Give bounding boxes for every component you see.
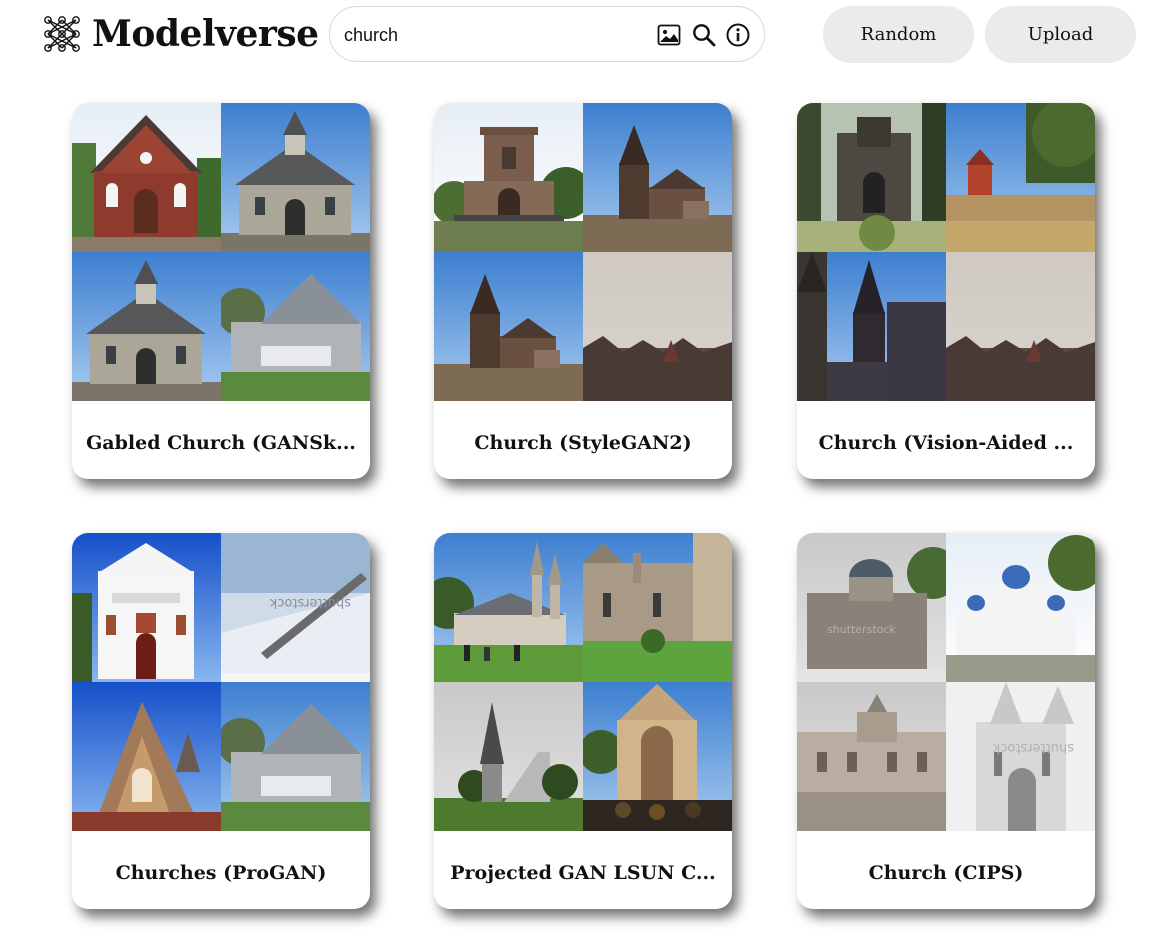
network-grid-icon: [44, 16, 80, 52]
sample-image: [221, 682, 370, 831]
card-title: Gabled Church (GANSk...: [86, 432, 356, 454]
info-icon[interactable]: [725, 22, 751, 48]
sample-image: [221, 252, 370, 401]
sample-grid: [72, 103, 370, 401]
sample-grid: [434, 103, 732, 401]
model-card[interactable]: Church (StyleGAN2): [434, 103, 732, 479]
search-bar: [329, 6, 765, 62]
sample-image: [72, 533, 221, 682]
app-title: Modelverse: [92, 13, 319, 55]
sample-image: [434, 682, 583, 831]
card-title: Church (CIPS): [868, 862, 1024, 884]
sample-image: [583, 682, 732, 831]
logo[interactable]: Modelverse: [42, 14, 319, 54]
model-card[interactable]: Church (Vision-Aided ...: [797, 103, 1095, 479]
top-bar: Modelverse Random Upload: [0, 0, 1164, 72]
sample-image: [221, 533, 370, 682]
model-card[interactable]: Gabled Church (GANSk...: [72, 103, 370, 479]
sample-grid: [434, 533, 732, 831]
search-icon[interactable]: [691, 22, 717, 48]
sample-image: [946, 252, 1095, 401]
card-title: Church (StyleGAN2): [474, 432, 692, 454]
model-card[interactable]: Church (CIPS): [797, 533, 1095, 909]
card-title: Church (Vision-Aided ...: [818, 432, 1074, 454]
sample-image: [434, 252, 583, 401]
sample-image: [797, 533, 946, 682]
sample-grid: [797, 533, 1095, 831]
sample-image: [72, 252, 221, 401]
sample-image: [583, 252, 732, 401]
random-button[interactable]: Random: [823, 6, 974, 63]
image-search-icon[interactable]: [656, 22, 682, 48]
search-input[interactable]: [344, 21, 634, 49]
sample-image: [797, 103, 946, 252]
sample-image: [434, 103, 583, 252]
card-title: Churches (ProGAN): [115, 862, 327, 884]
model-card[interactable]: Churches (ProGAN): [72, 533, 370, 909]
sample-image: [946, 533, 1095, 682]
sample-grid: [797, 103, 1095, 401]
sample-image: [797, 682, 946, 831]
sample-image: [434, 533, 583, 682]
sample-image: [583, 103, 732, 252]
sample-image: [797, 252, 946, 401]
sample-image: [946, 103, 1095, 252]
sample-image: [72, 682, 221, 831]
model-card[interactable]: Projected GAN LSUN C...: [434, 533, 732, 909]
sample-image: [72, 103, 221, 252]
card-title: Projected GAN LSUN C...: [450, 862, 716, 884]
sample-image: [946, 682, 1095, 831]
sample-image: [583, 533, 732, 682]
upload-button[interactable]: Upload: [985, 6, 1136, 63]
sample-image: [221, 103, 370, 252]
sample-grid: [72, 533, 370, 831]
